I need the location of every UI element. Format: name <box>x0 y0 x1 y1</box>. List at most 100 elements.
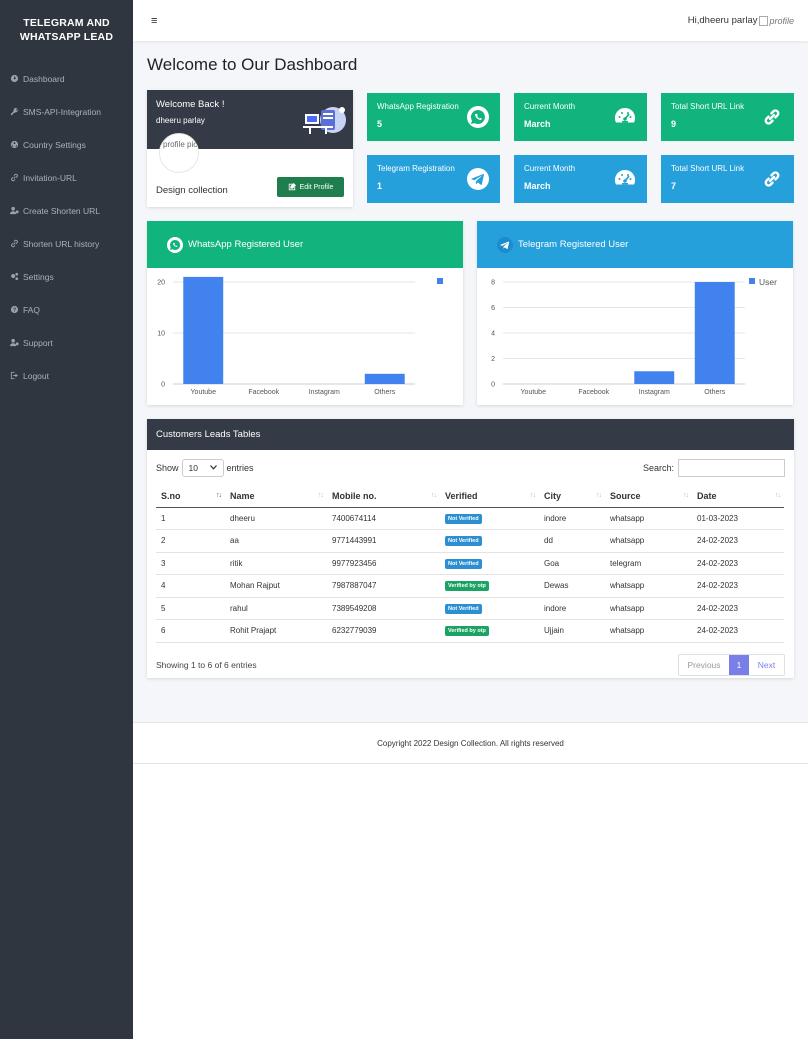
link-icon <box>9 239 19 249</box>
speedometer-icon <box>614 169 636 185</box>
x-tick-label: Facebook <box>248 389 279 396</box>
sort-icon: ↑↓ <box>596 492 602 499</box>
column-header-s-no[interactable]: S.no ↑↓ <box>156 485 225 508</box>
stat-box-total-short-url-link: Total Short URL Link 7 <box>661 155 794 203</box>
whatsapp-chart-title: WhatsApp Registered User <box>188 239 304 250</box>
copyright-text: Copyright 2022 Design Collection. All ri… <box>377 738 564 748</box>
speedometer-icon <box>614 107 636 123</box>
cell-name: aa <box>225 529 327 553</box>
x-tick-label: Instagram <box>309 389 340 396</box>
sidebar-item-label: Shorten URL history <box>23 238 100 249</box>
stat-box-telegram-registration: Telegram Registration 1 <box>367 155 500 203</box>
sidebar-item-logout[interactable]: Logout <box>0 359 133 392</box>
svg-text:?: ? <box>12 308 15 314</box>
table-row: 5 rahul 7389549208 Not Verified indore whatsa… <box>156 597 784 620</box>
status-badge: Not Verified <box>445 536 482 547</box>
sidebar-item-support[interactable]: Support <box>0 326 133 359</box>
x-tick-label: Others <box>704 389 726 396</box>
link-icon <box>764 171 780 187</box>
table-row: 6 Rohit Prajapt 6232779039 Verified by otp U… <box>156 619 784 643</box>
edit-icon <box>288 183 296 191</box>
sidebar-item-faq[interactable]: ? FAQ <box>0 293 133 326</box>
telegram-chart-title: Telegram Registered User <box>518 239 629 250</box>
y-tick-label: 0 <box>491 382 495 389</box>
column-header-verified[interactable]: Verified ↑↓ <box>440 485 539 508</box>
profile-image-icon[interactable]: profile <box>759 16 794 26</box>
pagination: Previous 1 Next <box>678 653 785 676</box>
table-header-row: S.no ↑↓ Name ↑↓ Mobile no. ↑↓ Verified ↑↓ City ↑↓… <box>156 485 784 508</box>
column-header-name[interactable]: Name ↑↓ <box>225 485 327 508</box>
sidebar-item-label: Create Shorten URL <box>23 205 101 216</box>
status-badge: Not Verified <box>445 513 482 524</box>
table-controls: Show 10 entries Search: <box>147 450 794 485</box>
column-header-label: City <box>544 490 562 501</box>
search-input[interactable] <box>678 458 785 477</box>
sidebar-item-create-shorten-url[interactable]: Create Shorten URL <box>0 194 133 227</box>
cell-sno: 2 <box>156 529 225 553</box>
sidebar-item-label: Dashboard <box>23 73 65 84</box>
status-badge: Not Verified <box>445 603 482 614</box>
column-header-label: Name <box>230 490 255 501</box>
cell-verified: Not Verified <box>440 507 539 530</box>
telegram-icon <box>497 236 513 253</box>
leads-table: S.no ↑↓ Name ↑↓ Mobile no. ↑↓ Verified ↑↓ City ↑↓… <box>156 485 784 643</box>
legend-swatch <box>749 278 755 284</box>
pagination-page-1[interactable]: 1 <box>729 654 749 675</box>
sort-icon: ↑↓ <box>216 492 222 499</box>
sidebar-item-invitation-url[interactable]: Invitation-URL <box>0 161 133 194</box>
column-header-date[interactable]: Date ↑↓ <box>692 485 784 508</box>
sidebar-item-shorten-url-history[interactable]: Shorten URL history <box>0 227 133 260</box>
cell-date: 01-03-2023 <box>692 507 784 530</box>
sidebar-item-sms-api-integration[interactable]: SMS-API-Integration <box>0 95 133 128</box>
cell-sno: 4 <box>156 574 225 598</box>
pagination-previous[interactable]: Previous <box>679 655 729 675</box>
entries-select[interactable]: 10 <box>181 458 224 477</box>
cell-mobile: 7987887047 <box>327 574 440 598</box>
menu-toggle-icon[interactable]: ≡ <box>151 15 157 27</box>
link-icon <box>9 173 19 183</box>
column-header-city[interactable]: City ↑↓ <box>539 485 605 508</box>
brand-logo-text[interactable]: TELEGRAM AND WHATSAPP LEAD <box>0 0 133 56</box>
cell-city: indore <box>539 597 605 620</box>
cell-name: rahul <box>225 597 327 620</box>
sort-icon: ↑↓ <box>683 492 689 499</box>
whatsapp-icon <box>167 236 183 253</box>
cell-mobile: 7389549208 <box>327 597 440 620</box>
entries-select-value: 10 <box>188 462 198 473</box>
column-header-label: Verified <box>445 490 478 501</box>
key-icon <box>9 107 19 117</box>
column-header-mobile-no[interactable]: Mobile no. ↑↓ <box>327 485 440 508</box>
dashboard-icon <box>9 74 19 84</box>
x-tick-label: Youtube <box>521 389 547 396</box>
sidebar-item-label: Logout <box>23 370 49 381</box>
telegram-chart-header: Telegram Registered User <box>477 221 793 268</box>
leads-table-title: Customers Leads Tables <box>147 419 794 450</box>
user-greeting: Hi,dheeru parlay <box>687 15 758 26</box>
workspace-illustration-icon <box>303 107 346 134</box>
sidebar-item-country-settings[interactable]: Country Settings <box>0 128 133 161</box>
cell-mobile: 9771443991 <box>327 529 440 553</box>
status-badge: Verified by otp <box>445 626 489 637</box>
column-header-source[interactable]: Source ↑↓ <box>605 485 692 508</box>
question-icon: ? <box>9 305 19 315</box>
column-header-label: S.no <box>161 490 181 501</box>
profile-card: Welcome Back ! dheeru parlay profile pic… <box>147 90 353 207</box>
whatsapp-chart-card: WhatsApp Registered User 0 10 20 Youtube Fac… <box>147 221 463 405</box>
cell-name: ritik <box>225 552 327 575</box>
pagination-next[interactable]: Next <box>749 655 784 675</box>
x-tick-label: Facebook <box>578 389 609 396</box>
user-cog-icon <box>9 206 19 216</box>
telegram-bar-chart: 0 2 4 6 8 Youtube Facebook Instagram Others User <box>491 277 777 396</box>
stat-box-total-short-url-link: Total Short URL Link 9 <box>661 93 794 141</box>
cell-sno: 1 <box>156 507 225 530</box>
cell-source: whatsapp <box>605 619 692 643</box>
cell-source: whatsapp <box>605 529 692 553</box>
user-menu[interactable]: Hi,dheeru parlay profile <box>688 15 794 26</box>
sidebar-item-dashboard[interactable]: Dashboard <box>0 62 133 95</box>
brand-line-2: WHATSAPP LEAD <box>19 31 114 43</box>
sidebar-item-settings[interactable]: Settings <box>0 260 133 293</box>
leads-table-card: Customers Leads Tables Show 10 entries S… <box>147 419 794 678</box>
cell-source: telegram <box>605 552 692 575</box>
edit-profile-button[interactable]: Edit Profile <box>277 177 344 197</box>
logout-icon <box>9 371 19 381</box>
